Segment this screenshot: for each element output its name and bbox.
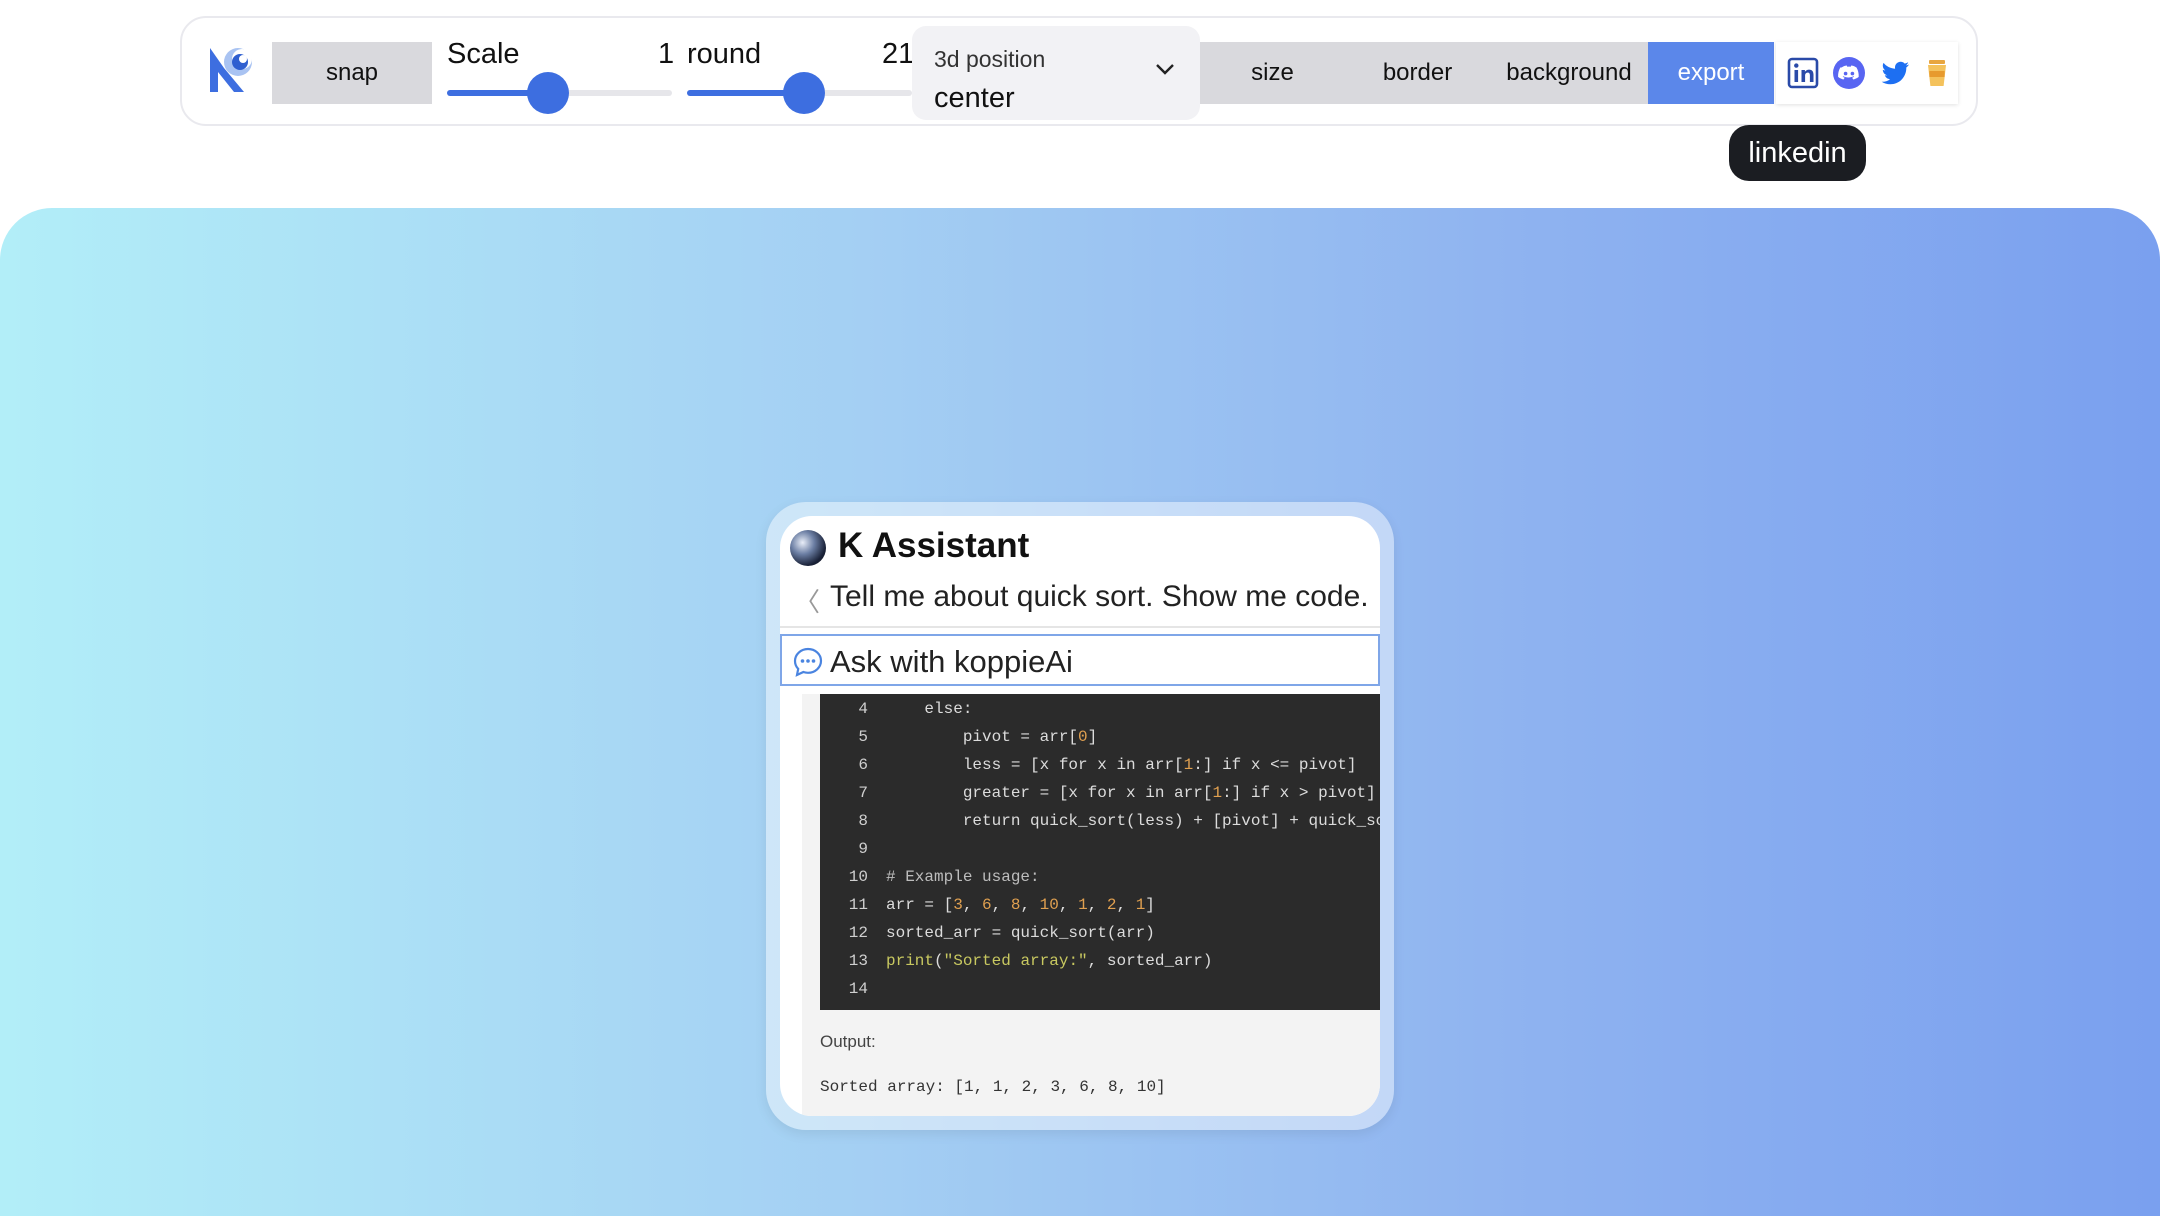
position-dropdown[interactable]: 3d position center <box>912 26 1200 120</box>
ask-bar: Ask with koppieAi <box>780 634 1380 686</box>
round-slider[interactable] <box>687 72 912 114</box>
border-button[interactable]: border <box>1345 42 1490 104</box>
export-button[interactable]: export <box>1648 42 1774 104</box>
line-number: 5 <box>858 728 868 746</box>
code-text: greater = [x for x in arr[1:] if x > piv… <box>886 784 1376 802</box>
round-slider-handle[interactable] <box>783 72 825 114</box>
code-text: print("Sorted array:", sorted_arr) <box>886 952 1213 970</box>
scale-value: 1 <box>658 38 675 70</box>
twitter-icon[interactable] <box>1878 56 1912 90</box>
coffee-cup-icon[interactable] <box>1920 56 1954 90</box>
chevron-down-icon <box>1156 64 1174 75</box>
toolbar: snap Scale 1 round 21 3d position center… <box>180 16 1978 126</box>
size-button[interactable]: size <box>1200 42 1345 104</box>
code-text: sorted_arr = quick_sort(arr) <box>886 924 1155 942</box>
scale-slider[interactable] <box>447 72 672 114</box>
round-label: round <box>687 38 762 70</box>
social-links <box>1776 42 1958 104</box>
round-value: 21 <box>882 38 915 70</box>
position-value: center <box>934 82 1015 114</box>
linkedin-icon[interactable] <box>1786 56 1820 90</box>
preview-canvas: K Assistant 〈 Tell me about quick sort. … <box>0 208 2160 1216</box>
output-text: Sorted array: [1, 1, 2, 3, 6, 8, 10] <box>820 1078 1166 1096</box>
position-label: 3d position <box>934 46 1046 72</box>
discord-icon[interactable] <box>1832 56 1866 90</box>
snap-button[interactable]: snap <box>272 42 432 104</box>
card-header: K Assistant <box>780 516 1380 578</box>
avatar <box>790 530 826 566</box>
answer-area: 4 else: 5 pivot = arr[0] 6 less = [x for x… <box>802 694 1380 1116</box>
question-row: 〈 Tell me about quick sort. Show me code… <box>794 580 1380 620</box>
code-text: less = [x for x in arr[1:] if x <= pivot… <box>886 756 1357 774</box>
code-text: # Example usage: <box>886 868 1040 886</box>
card-title: K Assistant <box>838 526 1030 565</box>
scale-slider-handle[interactable] <box>527 72 570 114</box>
scale-label: Scale <box>447 38 520 70</box>
chevron-left-icon: 〈 <box>794 587 821 617</box>
ask-label: Ask with koppieAi <box>830 644 1073 679</box>
line-number: 6 <box>858 756 868 774</box>
line-number: 12 <box>848 924 868 942</box>
screenshot-card: K Assistant 〈 Tell me about quick sort. … <box>780 516 1380 1116</box>
divider <box>780 626 1380 628</box>
code-text: arr = [3, 6, 8, 10, 1, 2, 1] <box>886 896 1155 914</box>
line-number: 4 <box>858 700 868 718</box>
code-block: 4 else: 5 pivot = arr[0] 6 less = [x for x… <box>820 694 1380 1010</box>
screenshot-frame[interactable]: K Assistant 〈 Tell me about quick sort. … <box>766 502 1394 1130</box>
linkedin-tooltip: linkedin <box>1729 125 1866 181</box>
question-text: Tell me about quick sort. Show me code. <box>830 580 1369 613</box>
line-number: 8 <box>858 812 868 830</box>
code-text: return quick_sort(less) + [pivot] + quic… <box>886 812 1380 830</box>
background-button[interactable]: background <box>1490 42 1648 104</box>
line-number: 14 <box>848 980 868 998</box>
line-number: 7 <box>858 784 868 802</box>
output-label: Output: <box>820 1032 876 1051</box>
line-number: 10 <box>848 868 868 886</box>
code-text: else: <box>886 700 973 718</box>
line-number: 9 <box>858 840 868 858</box>
app-logo-icon[interactable] <box>204 42 258 96</box>
chat-bubble-icon <box>793 647 823 677</box>
line-number: 13 <box>848 952 868 970</box>
code-text: pivot = arr[0] <box>886 728 1098 746</box>
line-number: 11 <box>848 896 868 914</box>
